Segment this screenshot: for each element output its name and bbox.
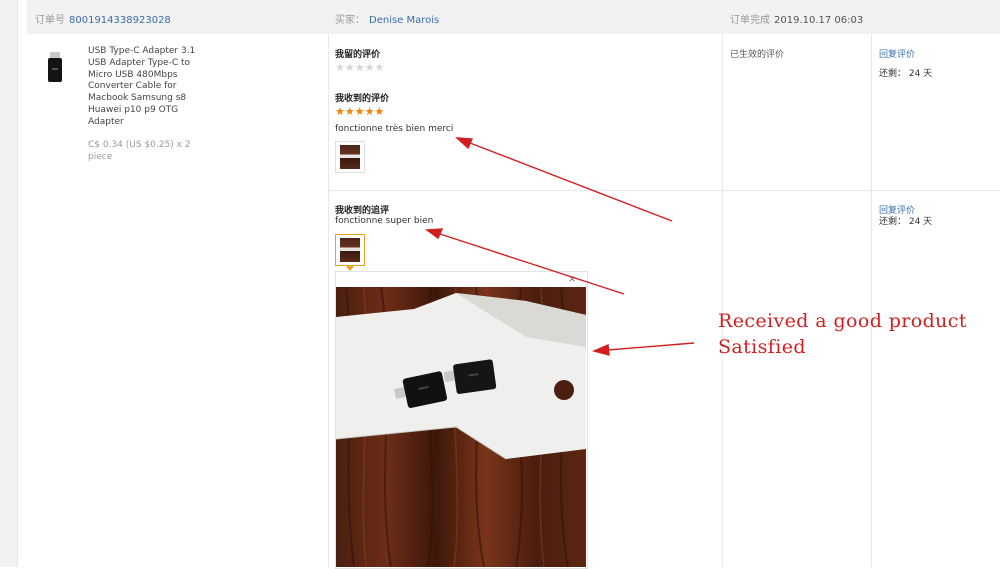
annotation-text-line1: Received a good product bbox=[718, 310, 967, 332]
annotation-text-line2: Satisfied bbox=[718, 336, 806, 358]
annotation-arrows bbox=[425, 137, 695, 356]
